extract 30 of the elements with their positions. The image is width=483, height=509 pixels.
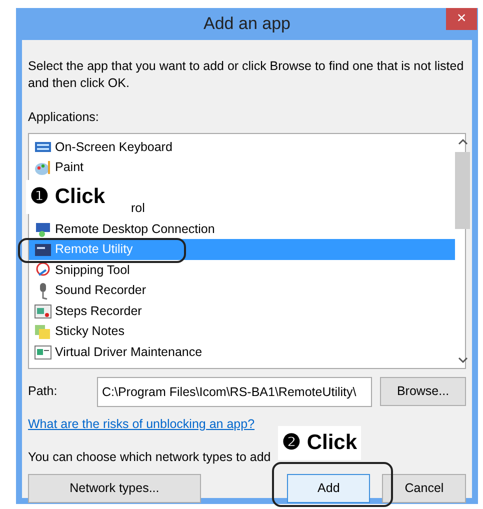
- browse-button[interactable]: Browse...: [380, 377, 466, 406]
- app-list-item[interactable]: Remote Desktop Connection: [29, 218, 455, 240]
- app-list-item[interactable]: Steps Recorder: [29, 300, 455, 322]
- monitor-icon: [34, 220, 52, 238]
- applications-label: Applications:: [28, 109, 100, 126]
- app-list-item[interactable]: Virtual Driver Maintenance: [29, 342, 455, 362]
- recorder-icon: [34, 302, 52, 320]
- path-field[interactable]: C:\Program Files\Icom\RS-BA1\RemoteUtility\: [97, 376, 372, 407]
- scroll-down-icon[interactable]: [458, 356, 468, 364]
- dialog-button[interactable]: Network types...: [28, 474, 201, 504]
- app-list-item[interactable]: Paint: [29, 157, 455, 178]
- notes-icon: [34, 322, 52, 340]
- app-list-item[interactable]: rol: [126, 198, 145, 219]
- dialog-button[interactable]: Add: [286, 474, 370, 504]
- app-list-item[interactable]: Snipping Tool: [29, 260, 455, 280]
- palette-icon: [34, 158, 52, 176]
- click-callout: ❷ Click: [278, 426, 362, 460]
- window-title: Add an app: [204, 13, 290, 36]
- close-button[interactable]: ×: [446, 8, 477, 30]
- app-list-item[interactable]: On-Screen Keyboard: [29, 136, 455, 158]
- scroll-up-icon[interactable]: [458, 138, 468, 145]
- scroll-thumb[interactable]: [455, 152, 470, 230]
- app-list-item[interactable]: Sound Recorder: [29, 280, 455, 301]
- app-list-item[interactable]: Sticky Notes: [29, 321, 455, 342]
- path-label: Path:: [28, 383, 58, 400]
- network-types-text: You can choose which network types to add: [28, 450, 271, 464]
- window-icon: [34, 343, 52, 361]
- risks-link[interactable]: What are the risks of unblocking an app?: [28, 416, 255, 431]
- dialog-button[interactable]: Cancel: [382, 474, 466, 504]
- instructions-text: Select the app that you want to add or click Browse to find one that is not listed and then click OK.: [28, 58, 465, 92]
